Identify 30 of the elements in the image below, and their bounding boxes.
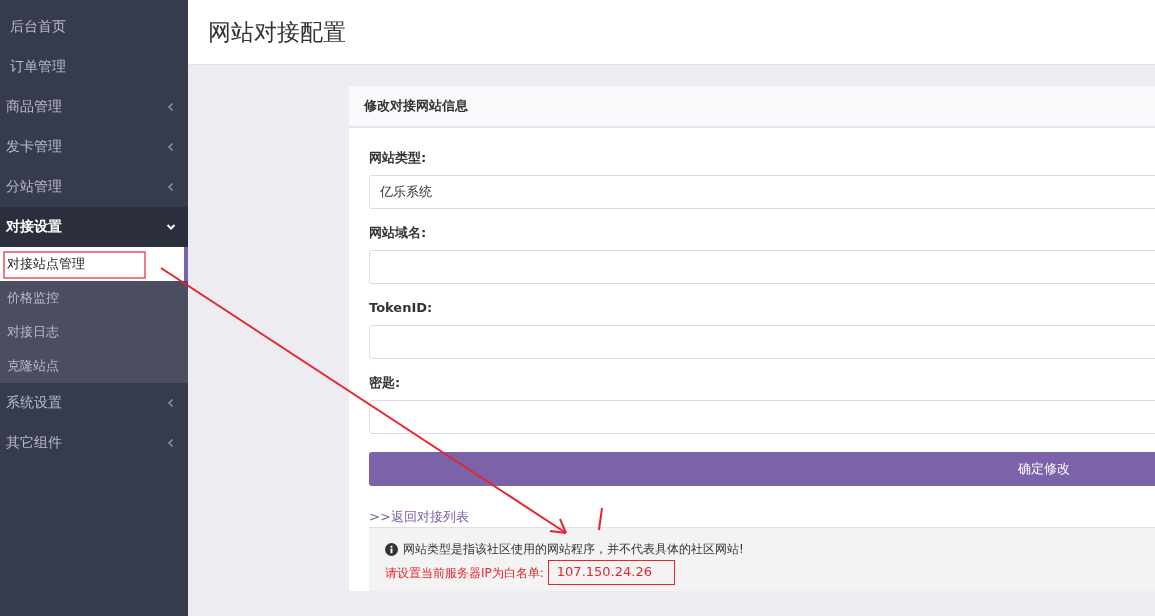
field-label: 密匙: <box>369 375 402 391</box>
info-icon <box>385 542 398 556</box>
chevron-left-icon <box>166 102 176 112</box>
sidebar-item[interactable]: 发卡管理 <box>0 127 188 167</box>
sidebar-item[interactable]: 后台首页 <box>0 7 188 47</box>
chevron-down-icon <box>166 222 176 232</box>
sidebar-item[interactable]: 商品管理 <box>0 87 188 127</box>
card-title: 修改对接网站信息 <box>364 97 468 115</box>
chevron-left-icon <box>166 398 176 408</box>
submenu-item[interactable]: 克隆站点 <box>0 349 188 383</box>
chevron-left-icon <box>166 438 176 448</box>
page-title: 网站对接配置 <box>208 17 346 47</box>
field-label: TokenID: <box>369 300 434 316</box>
submenu-item[interactable]: 价格监控 <box>0 281 188 315</box>
sidebar-item[interactable]: 订单管理 <box>0 47 188 87</box>
field-label: 网站域名: <box>369 225 428 241</box>
info-text: 网站类型是指该社区使用的网站程序，并不代表具体的社区网站! <box>403 541 744 557</box>
input-field[interactable]: 亿乐系统 <box>369 175 1155 209</box>
sidebar-item[interactable]: 系统设置 <box>0 383 188 423</box>
chevron-left-icon <box>166 142 176 152</box>
sidebar-item[interactable]: 分站管理 <box>0 167 188 207</box>
chevron-left-icon <box>166 182 176 192</box>
ip-address: 107.150.24.26 <box>547 560 675 585</box>
back-link[interactable]: >>返回对接列表 <box>369 509 1155 525</box>
sidebar-item[interactable]: 对接设置 <box>0 207 188 247</box>
submit-button[interactable]: 确定修改 <box>369 452 1155 486</box>
submenu-item[interactable]: 对接日志 <box>0 315 188 349</box>
field-label: 网站类型: <box>369 150 428 166</box>
whitelist-label: 请设置当前服务器IP为白名单: <box>385 564 544 581</box>
sidebar-item[interactable]: 其它组件 <box>0 423 188 463</box>
